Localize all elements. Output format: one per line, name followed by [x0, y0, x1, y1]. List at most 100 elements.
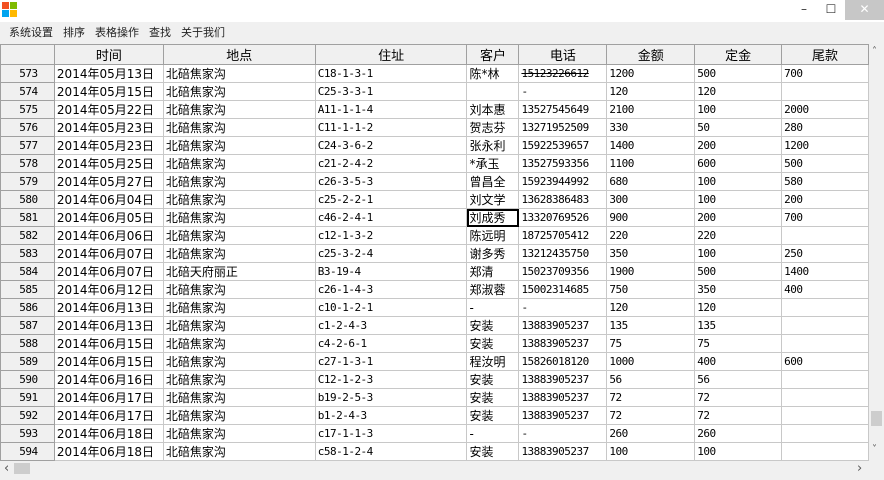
cell-address[interactable]: c21-2-4-2 [314, 154, 468, 173]
cell-address[interactable]: c26-1-4-3 [314, 280, 468, 299]
scroll-right-icon[interactable]: › [857, 461, 862, 476]
cell-customer[interactable]: - [466, 424, 520, 443]
cell-balance[interactable] [781, 334, 869, 353]
cell-date[interactable]: 2014年06月18日 [53, 424, 164, 443]
cell-date[interactable]: 2014年06月15日 [53, 334, 164, 353]
cell-location[interactable]: 北碚焦家沟 [162, 100, 316, 119]
cell-location[interactable]: 北碚焦家沟 [162, 406, 316, 425]
cell-address[interactable]: c25-3-2-4 [314, 244, 468, 263]
cell-date[interactable]: 2014年05月23日 [53, 136, 164, 155]
cell-customer[interactable]: 刘文学 [466, 190, 520, 209]
cell-date[interactable]: 2014年06月17日 [53, 388, 164, 407]
column-header-date[interactable]: 时间 [53, 44, 164, 65]
cell-location[interactable]: 北碚焦家沟 [162, 388, 316, 407]
row-header[interactable]: 574 [0, 82, 55, 101]
cell-balance[interactable]: 1200 [781, 136, 869, 155]
cell-amount[interactable]: 1900 [606, 262, 696, 281]
cell-date[interactable]: 2014年06月13日 [53, 298, 164, 317]
cell-deposit[interactable]: 100 [694, 244, 783, 263]
cell-phone[interactable]: 13628386483 [518, 190, 608, 209]
cell-address[interactable]: C18-1-3-1 [314, 64, 468, 83]
cell-customer[interactable]: 郑清 [466, 262, 520, 281]
cell-balance[interactable] [781, 316, 869, 335]
cell-amount[interactable]: 72 [606, 406, 696, 425]
cell-deposit[interactable]: 100 [694, 190, 783, 209]
cell-balance[interactable] [781, 406, 869, 425]
cell-phone[interactable]: 13883905237 [518, 370, 608, 389]
row-header[interactable]: 590 [0, 370, 55, 389]
cell-amount[interactable]: 2100 [606, 100, 696, 119]
vertical-scrollbar[interactable]: ˄ ˅ [869, 44, 884, 461]
cell-date[interactable]: 2014年06月17日 [53, 406, 164, 425]
cell-customer[interactable]: *承玉 [466, 154, 520, 173]
cell-customer[interactable]: 安装 [466, 334, 520, 353]
close-button[interactable]: ✕ [845, 0, 884, 20]
cell-phone[interactable]: 15923944992 [518, 172, 608, 191]
cell-deposit[interactable]: 100 [694, 100, 783, 119]
row-header[interactable]: 576 [0, 118, 55, 137]
cell-amount[interactable]: 1100 [606, 154, 696, 173]
cell-balance[interactable]: 580 [781, 172, 869, 191]
cell-deposit[interactable]: 400 [694, 352, 783, 371]
cell-deposit[interactable]: 72 [694, 388, 783, 407]
cell-date[interactable]: 2014年06月07日 [53, 244, 164, 263]
cell-amount[interactable]: 56 [606, 370, 696, 389]
cell-balance[interactable] [781, 298, 869, 317]
cell-address[interactable]: c26-3-5-3 [314, 172, 468, 191]
cell-address[interactable]: c58-1-2-4 [314, 442, 468, 461]
minimize-button[interactable]: – [790, 0, 818, 20]
cell-address[interactable]: c25-2-2-1 [314, 190, 468, 209]
row-header[interactable]: 583 [0, 244, 55, 263]
cell-amount[interactable]: 1000 [606, 352, 696, 371]
horizontal-scroll-thumb[interactable] [14, 463, 30, 474]
cell-address[interactable]: C11-1-1-2 [314, 118, 468, 137]
cell-balance[interactable] [781, 226, 869, 245]
cell-date[interactable]: 2014年06月16日 [53, 370, 164, 389]
maximize-button[interactable]: ☐ [818, 0, 844, 20]
cell-location[interactable]: 北碚焦家沟 [162, 64, 316, 83]
row-header[interactable]: 591 [0, 388, 55, 407]
cell-date[interactable]: 2014年05月23日 [53, 118, 164, 137]
cell-deposit[interactable]: 75 [694, 334, 783, 353]
cell-date[interactable]: 2014年06月12日 [53, 280, 164, 299]
row-header[interactable]: 575 [0, 100, 55, 119]
cell-balance[interactable]: 200 [781, 190, 869, 209]
cell-phone[interactable]: 15826018120 [518, 352, 608, 371]
menu-table-operations[interactable]: 表格操作 [90, 22, 144, 44]
menu-find[interactable]: 查找 [144, 22, 176, 44]
row-header[interactable]: 586 [0, 298, 55, 317]
cell-balance[interactable] [781, 370, 869, 389]
cell-customer[interactable]: 张永利 [466, 136, 520, 155]
scroll-down-icon[interactable]: ˅ [872, 444, 877, 455]
cell-amount[interactable]: 750 [606, 280, 696, 299]
cell-phone[interactable]: 13883905237 [518, 442, 608, 461]
cell-address[interactable]: C25-3-3-1 [314, 82, 468, 101]
column-header-address[interactable]: 住址 [314, 44, 468, 65]
cell-amount[interactable]: 120 [606, 82, 696, 101]
cell-deposit[interactable]: 120 [694, 298, 783, 317]
row-header[interactable]: 584 [0, 262, 55, 281]
cell-address[interactable]: C24-3-6-2 [314, 136, 468, 155]
cell-amount[interactable]: 1400 [606, 136, 696, 155]
cell-address[interactable]: B3-19-4 [314, 262, 468, 281]
cell-location[interactable]: 北碚焦家沟 [162, 118, 316, 137]
menu-system-settings[interactable]: 系统设置 [4, 22, 58, 44]
cell-balance[interactable]: 2000 [781, 100, 869, 119]
cell-amount[interactable]: 260 [606, 424, 696, 443]
cell-location[interactable]: 北碚焦家沟 [162, 208, 316, 227]
cell-location[interactable]: 北碚焦家沟 [162, 352, 316, 371]
cell-location[interactable]: 北碚焦家沟 [162, 244, 316, 263]
cell-deposit[interactable]: 100 [694, 172, 783, 191]
row-header[interactable]: 578 [0, 154, 55, 173]
cell-date[interactable]: 2014年05月25日 [53, 154, 164, 173]
cell-balance[interactable]: 600 [781, 352, 869, 371]
cell-amount[interactable]: 120 [606, 298, 696, 317]
row-header[interactable]: 593 [0, 424, 55, 443]
cell-amount[interactable]: 330 [606, 118, 696, 137]
cell-customer[interactable]: 安装 [466, 370, 520, 389]
cell-address[interactable]: A11-1-1-4 [314, 100, 468, 119]
cell-address[interactable]: b1-2-4-3 [314, 406, 468, 425]
column-header-phone[interactable]: 电话 [518, 44, 608, 65]
cell-customer[interactable]: 刘本惠 [466, 100, 520, 119]
cell-location[interactable]: 北碚焦家沟 [162, 190, 316, 209]
